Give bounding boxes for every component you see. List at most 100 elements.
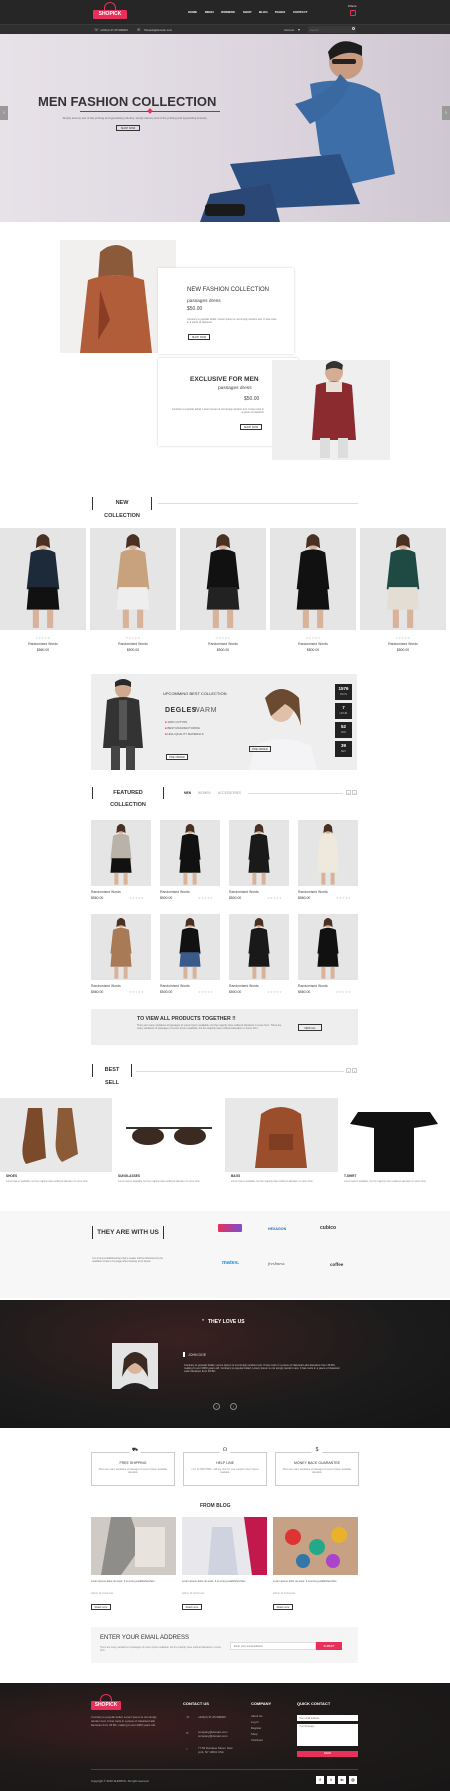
new-collection-image[interactable] <box>360 528 446 630</box>
upcoming-man-figure <box>103 679 143 770</box>
footer-send-button[interactable]: SEND <box>297 1751 358 1757</box>
tab-accessories[interactable]: ACCESSORIES <box>218 791 241 795</box>
blog-post-text[interactable]: Lorem ipsum dolor sit amet. It is a long… <box>273 1580 353 1583</box>
best-sell-name[interactable]: SUNGLASSES <box>118 1174 140 1178</box>
hero-next-arrow[interactable]: › <box>442 106 450 120</box>
view-all-button[interactable]: VIEW ALL <box>298 1024 322 1031</box>
testimonial-next[interactable]: › <box>230 1403 237 1410</box>
partner-logo-coffee[interactable]: coffee <box>330 1262 343 1267</box>
featured-product-image[interactable] <box>298 914 358 980</box>
nav-blog[interactable]: BLOG <box>259 10 268 14</box>
pre-order-button-2[interactable]: PRE ORDER <box>249 746 271 752</box>
footer-company-link[interactable]: Log In <box>251 1720 259 1724</box>
footer-company-link[interactable]: Register <box>251 1726 261 1730</box>
blog-read-more-button[interactable]: Read more <box>273 1604 293 1610</box>
footer-company-link[interactable]: Checkout <box>251 1738 263 1742</box>
nav-shop[interactable]: SHOP <box>243 10 252 14</box>
footer-company-link[interactable]: Shop <box>251 1732 258 1736</box>
footer-logo[interactable]: SHOPICK <box>91 1701 121 1710</box>
product-name[interactable]: Randomised Words <box>180 642 266 646</box>
promo-men-button[interactable]: SHOP NOW <box>240 424 262 430</box>
product-name[interactable]: Randomised Words <box>90 642 176 646</box>
partner-logo-hexagon[interactable]: HEXAGON <box>268 1227 286 1231</box>
nav-home[interactable]: HOME <box>188 10 197 14</box>
hero-shop-button[interactable]: SHOP NOW <box>116 125 140 131</box>
rating-stars: ★★★★★ <box>267 896 282 900</box>
newsletter-email-input[interactable] <box>230 1642 316 1650</box>
linkedin-icon[interactable]: in <box>338 1776 346 1784</box>
best-sell-name[interactable]: SHOES <box>6 1174 17 1178</box>
nav-womens[interactable]: WOMENS <box>221 10 235 14</box>
product-name[interactable]: Randomised Words <box>229 890 265 894</box>
testimonial-name: JOHN DOE <box>188 1353 207 1357</box>
product-name[interactable]: Randomised Words <box>160 890 196 894</box>
nav-menu[interactable]: MENU <box>205 10 214 14</box>
partner-logo-cubico[interactable]: cubico <box>320 1225 336 1231</box>
footer-location-icon: ⌖ <box>186 1747 188 1751</box>
product-name[interactable]: Randomised Words <box>0 642 86 646</box>
footer-quick-email[interactable] <box>297 1715 358 1721</box>
featured-product-image[interactable] <box>91 914 151 980</box>
footer-quick-message[interactable] <box>297 1724 358 1746</box>
new-collection-image[interactable] <box>0 528 86 630</box>
hero-text: Simply dummy text of the printing and ty… <box>62 116 208 120</box>
product-price: $560.00 <box>91 896 104 900</box>
best-sell-prev-arrow[interactable]: ‹ <box>346 1068 351 1073</box>
product-name[interactable]: Randomised Words <box>360 642 446 646</box>
newsletter-text: There are many variations of passages of… <box>100 1646 222 1652</box>
partner-logo-mates[interactable]: mates. <box>222 1260 239 1266</box>
best-sell-name[interactable]: BAGS <box>231 1174 240 1178</box>
blog-read-more-button[interactable]: Read more <box>91 1604 111 1610</box>
blog-post-text[interactable]: Lorem ipsum dolor sit amet. It is a long… <box>182 1580 262 1583</box>
footer-company-link[interactable]: About Us <box>251 1714 263 1718</box>
account-link[interactable]: Account <box>284 28 294 32</box>
partner-logo-1-icon[interactable] <box>218 1224 242 1232</box>
featured-product-image[interactable] <box>160 820 220 886</box>
search-input[interactable] <box>308 26 356 33</box>
best-sell-name[interactable]: T-SHIRT <box>344 1174 356 1178</box>
tab-women[interactable]: WOMEN <box>198 791 211 795</box>
partner-logo-freshness[interactable]: freshness <box>268 1261 285 1266</box>
product-name[interactable]: Randomised Words <box>91 890 127 894</box>
new-collection-image[interactable] <box>180 528 266 630</box>
nav-contact[interactable]: CONTACT <box>293 10 307 14</box>
twitter-icon[interactable]: t <box>327 1776 335 1784</box>
newsletter-submit-button[interactable]: SUBMIT <box>316 1642 342 1650</box>
featured-product-image[interactable] <box>298 820 358 886</box>
featured-prev-arrow[interactable]: ‹ <box>346 790 351 795</box>
footer-phone-icon: ☏ <box>186 1715 190 1719</box>
testimonial-title: THEY LOVE US <box>208 1319 245 1325</box>
account-icon[interactable]: ▾ <box>298 27 300 32</box>
featured-product-image[interactable] <box>229 914 289 980</box>
rating-stars: ★★★★★ <box>129 896 144 900</box>
new-collection-image[interactable] <box>270 528 356 630</box>
dribbble-icon[interactable]: ◎ <box>349 1776 357 1784</box>
product-price: $560.00 <box>36 648 50 652</box>
featured-product-image[interactable] <box>91 820 151 886</box>
featured-next-arrow[interactable]: › <box>352 790 357 795</box>
nav-pages[interactable]: PAGES <box>275 10 285 14</box>
promo-new-text: Contrary to popular belief, Lorem Ipsum … <box>187 318 277 324</box>
best-sell-next-arrow[interactable]: › <box>352 1068 357 1073</box>
product-name[interactable]: Randomised Words <box>298 984 334 988</box>
product-name[interactable]: Randomised Words <box>91 984 127 988</box>
cart-icon[interactable] <box>350 10 356 16</box>
blog-read-more-button[interactable]: Read more <box>182 1604 202 1610</box>
product-name[interactable]: Randomised Words <box>229 984 265 988</box>
newsletter-title: ENTER YOUR EMAIL ADDRESS <box>100 1635 190 1641</box>
promo-new-button[interactable]: SHOP NOW <box>188 334 210 340</box>
featured-product-image[interactable] <box>160 914 220 980</box>
search-icon[interactable] <box>352 27 355 30</box>
new-collection-image[interactable] <box>90 528 176 630</box>
facebook-icon[interactable]: f <box>316 1776 324 1784</box>
featured-product-image[interactable] <box>229 820 289 886</box>
logo[interactable]: SHOPICK <box>93 10 127 19</box>
blog-post-text[interactable]: Lorem ipsum dolor sit amet. It is a long… <box>91 1580 171 1583</box>
hero-prev-arrow[interactable]: ‹ <box>0 106 8 120</box>
pre-order-button-1[interactable]: PRE ORDER <box>166 754 188 760</box>
testimonial-prev[interactable]: ‹ <box>213 1403 220 1410</box>
product-name[interactable]: Randomised Words <box>160 984 196 988</box>
tab-men[interactable]: MEN <box>184 791 191 795</box>
product-name[interactable]: Randomised Words <box>270 642 356 646</box>
product-name[interactable]: Randomised Words <box>298 890 334 894</box>
